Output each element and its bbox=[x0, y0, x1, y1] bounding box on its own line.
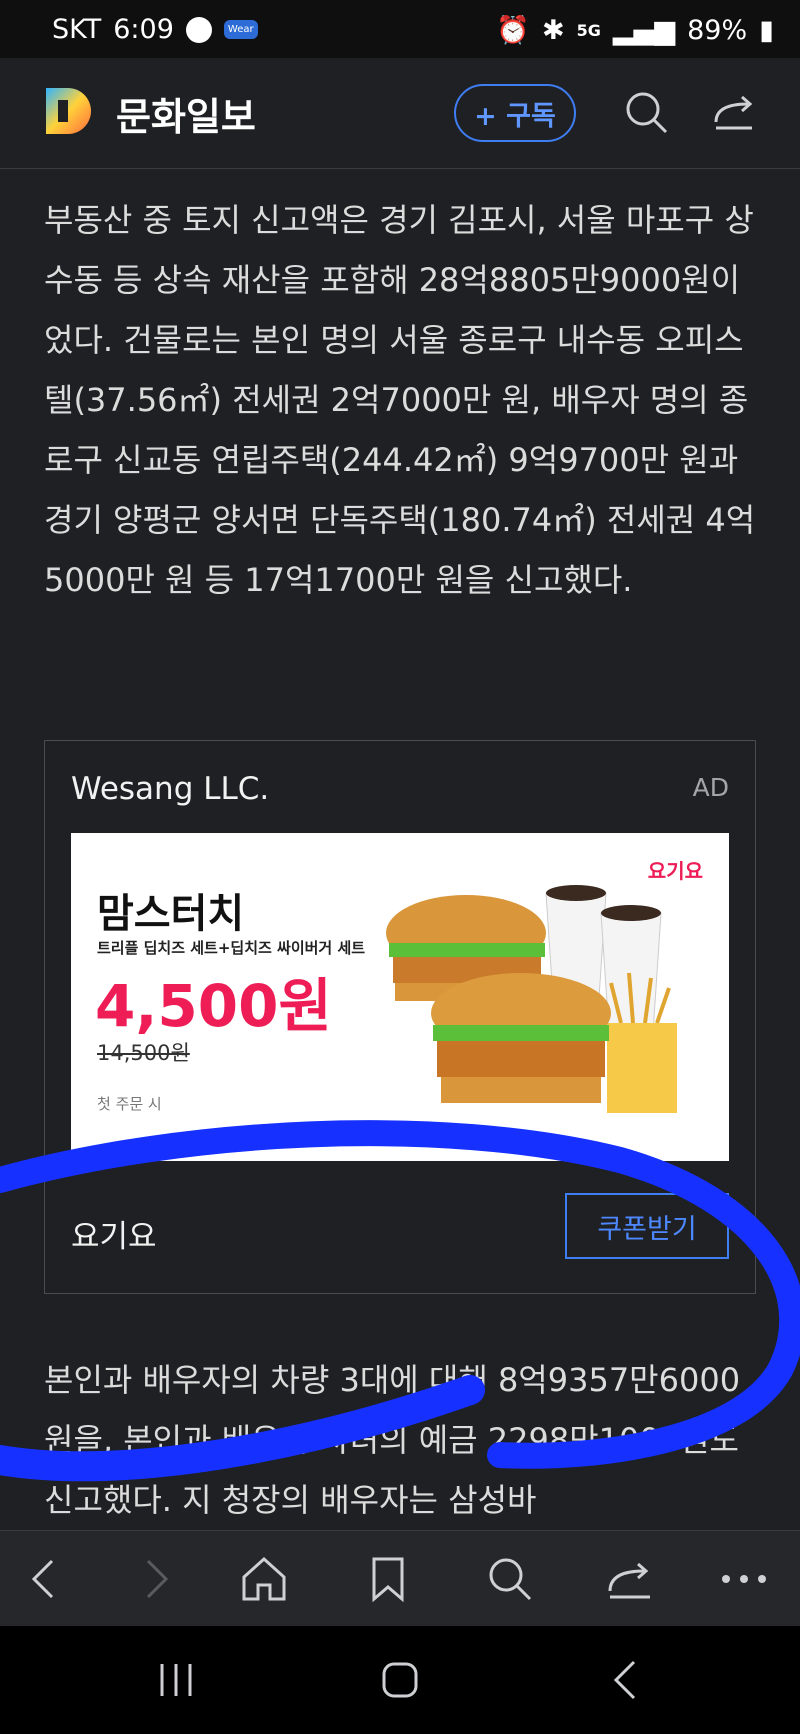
ad-footer-advertiser: 요기요 bbox=[71, 1219, 157, 1255]
ad-card[interactable]: Wesang LLC. AD 요기요 맘스터치 트리플 딥치즈 세트+딥치즈 싸… bbox=[44, 740, 756, 1294]
ad-banner-subtitle: 트리플 딥치즈 세트+딥치즈 싸이버거 세트 bbox=[97, 939, 366, 957]
subscribe-button[interactable]: + 구독 bbox=[454, 84, 576, 142]
network-type-icon: 5G bbox=[576, 20, 601, 40]
battery-icon: ▮ bbox=[759, 14, 774, 46]
carrier-label: SKT bbox=[52, 14, 102, 45]
bluetooth-icon: ✱ bbox=[541, 14, 565, 46]
battery-level: 89% bbox=[687, 14, 748, 46]
browser-toolbar bbox=[0, 1530, 800, 1627]
ad-banner-title: 맘스터치 bbox=[97, 891, 245, 937]
back-icon[interactable] bbox=[20, 1553, 72, 1605]
ad-banner[interactable]: 요기요 맘스터치 트리플 딥치즈 세트+딥치즈 싸이버거 세트 4,500원 1… bbox=[71, 833, 729, 1161]
site-header: 문화일보 + 구독 bbox=[0, 58, 800, 169]
ad-banner-old-price: 14,500원 bbox=[97, 1041, 190, 1065]
article-paragraph: 본인과 배우자의 차량 3대에 대해 8억9357만6000원을, 본인과 배우… bbox=[44, 1361, 741, 1519]
burger-set-image bbox=[386, 885, 677, 1113]
recent-apps-icon[interactable] bbox=[152, 1656, 200, 1704]
site-name[interactable]: 문화일보 bbox=[116, 86, 256, 141]
search-icon[interactable] bbox=[622, 88, 670, 136]
clock: 6:09 bbox=[113, 14, 174, 45]
share-icon[interactable] bbox=[710, 88, 758, 136]
more-options-icon[interactable] bbox=[718, 1553, 770, 1605]
home-icon[interactable] bbox=[238, 1553, 290, 1605]
ad-banner-price: 4,500원 bbox=[95, 972, 332, 1040]
system-navigation-bar bbox=[0, 1626, 800, 1734]
site-logo-icon[interactable] bbox=[44, 86, 94, 136]
chat-notification-icon bbox=[185, 16, 212, 43]
bookmark-icon[interactable] bbox=[362, 1553, 414, 1605]
status-bar: SKT 6:09 Wear ⏰ ✱ 5G ▂▄▆ 89% ▮ bbox=[0, 0, 800, 58]
signal-icon: ▂▄▆ bbox=[612, 14, 676, 46]
wear-app-icon: Wear bbox=[223, 20, 258, 39]
coupon-button[interactable]: 쿠폰받기 bbox=[565, 1193, 729, 1259]
ad-label: AD bbox=[692, 773, 729, 802]
ad-banner-note: 첫 주문 시 bbox=[97, 1095, 162, 1113]
article-paragraph: 부동산 중 토지 신고액은 경기 김포시, 서울 마포구 상수동 등 상속 재산… bbox=[44, 201, 756, 599]
home-button-icon[interactable] bbox=[376, 1656, 424, 1704]
ad-advertiser: Wesang LLC. bbox=[71, 771, 270, 807]
share-icon[interactable] bbox=[604, 1553, 656, 1605]
alarm-icon: ⏰ bbox=[496, 15, 530, 46]
back-button-icon[interactable] bbox=[602, 1656, 650, 1704]
search-icon[interactable] bbox=[484, 1553, 536, 1605]
forward-icon[interactable] bbox=[128, 1553, 180, 1605]
